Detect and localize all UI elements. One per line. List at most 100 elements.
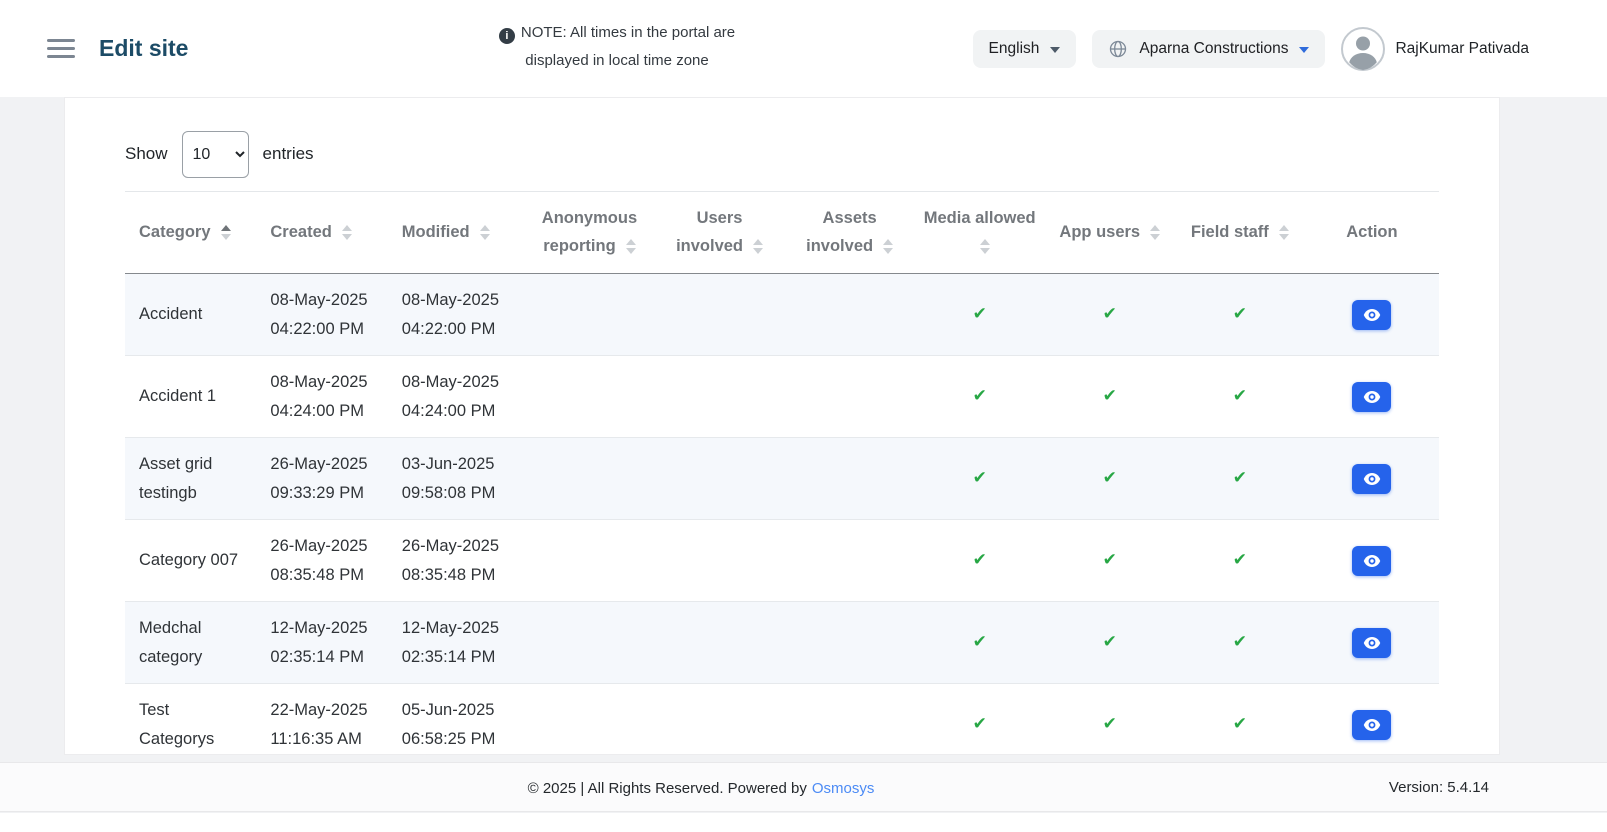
column-label: Modified [402,223,470,241]
cell-modified: 08-May-202504:22:00 PM [388,274,525,356]
cell-anonymous-reporting [524,356,654,438]
page-title: Edit site [99,35,188,62]
cell-field-staff: ✔ [1175,274,1305,356]
cell-category: Category 007 [125,520,256,602]
sort-icon[interactable] [1150,225,1160,240]
table-row: Accident08-May-202504:22:00 PM08-May-202… [125,274,1439,356]
check-icon: ✔ [1233,304,1247,324]
column-header-app-users[interactable]: App users [1045,192,1175,274]
sort-icon[interactable] [753,239,763,254]
sort-icon[interactable] [626,239,636,254]
cell-modified: 12-May-202502:35:14 PM [388,602,525,684]
info-icon: i [499,28,515,44]
column-header-users-involved[interactable]: Users involved [655,192,785,274]
organization-selector[interactable]: Aparna Constructions [1092,30,1325,68]
avatar-icon [1341,27,1385,71]
check-icon: ✔ [1103,304,1117,324]
column-label: App users [1059,223,1140,241]
column-header-media-allowed[interactable]: Media allowed [915,192,1045,274]
check-icon: ✔ [1103,714,1117,734]
eye-icon [1363,718,1381,732]
column-label: Created [270,223,331,241]
view-button[interactable] [1352,382,1391,412]
check-icon: ✔ [1233,632,1247,652]
cell-field-staff: ✔ [1175,684,1305,756]
footer: © 2025 | All Rights Reserved. Powered by… [0,762,1607,812]
cell-field-staff: ✔ [1175,356,1305,438]
caret-down-icon [1050,47,1060,53]
cell-category: Asset grid testingb [125,438,256,520]
cell-action [1305,438,1439,520]
column-header-field-staff[interactable]: Field staff [1175,192,1305,274]
cell-category: Test Categorys [125,684,256,756]
column-header-category[interactable]: Category [125,192,256,274]
eye-icon [1363,554,1381,568]
cell-created: 08-May-202504:24:00 PM [256,356,387,438]
osmosys-link[interactable]: Osmosys [812,780,875,797]
top-bar-right: English Aparna Constructions RajKumar Pa… [973,0,1529,97]
column-header-modified[interactable]: Modified [388,192,525,274]
check-icon: ✔ [1103,632,1117,652]
cell-app-users: ✔ [1045,602,1175,684]
check-icon: ✔ [1233,468,1247,488]
check-icon: ✔ [973,386,987,406]
sort-icon[interactable] [1279,225,1289,240]
cell-media-allowed: ✔ [915,356,1045,438]
language-selector[interactable]: English [973,30,1077,68]
column-label: Category [139,223,211,241]
globe-icon [1108,39,1128,59]
cell-assets-involved [785,684,915,756]
page-background [0,813,1607,832]
cell-assets-involved [785,356,915,438]
eye-icon [1363,390,1381,404]
cell-users-involved [655,520,785,602]
table-row: Medchal category12-May-202502:35:14 PM12… [125,602,1439,684]
show-label: Show [125,144,168,164]
cell-app-users: ✔ [1045,356,1175,438]
view-button[interactable] [1352,546,1391,576]
cell-created: 26-May-202509:33:29 PM [256,438,387,520]
table-body: Accident08-May-202504:22:00 PM08-May-202… [125,274,1439,756]
table-row: Test Categorys22-May-202511:16:35 AM05-J… [125,684,1439,756]
page-size-select[interactable]: 10 [182,131,249,178]
column-header-assets-involved[interactable]: Assets involved [785,192,915,274]
view-button[interactable] [1352,300,1391,330]
menu-icon[interactable] [47,39,75,58]
version-text: Version: 5.4.14 [1389,763,1489,813]
cell-action [1305,602,1439,684]
cell-assets-involved [785,274,915,356]
entries-control: Show 10 entries [125,130,1439,178]
cell-created: 08-May-202504:22:00 PM [256,274,387,356]
cell-media-allowed: ✔ [915,274,1045,356]
eye-icon [1363,636,1381,650]
view-button[interactable] [1352,710,1391,740]
sort-icon[interactable] [980,239,990,254]
cell-app-users: ✔ [1045,520,1175,602]
column-header-anonymous-reporting[interactable]: Anonymous reporting [524,192,654,274]
table-header-row: Category Created Modified Anonymous reporti… [125,192,1439,274]
user-menu[interactable]: RajKumar Pativada [1341,27,1529,71]
cell-users-involved [655,684,785,756]
sort-icon[interactable] [883,239,893,254]
sort-icon[interactable] [480,225,490,240]
cell-users-involved [655,438,785,520]
cell-media-allowed: ✔ [915,602,1045,684]
cell-users-involved [655,274,785,356]
sort-icon[interactable] [342,225,352,240]
column-header-created[interactable]: Created [256,192,387,274]
check-icon: ✔ [1103,468,1117,488]
timezone-note: iNOTE: All times in the portal are displ… [492,19,742,75]
view-button[interactable] [1352,464,1391,494]
entries-label: entries [263,144,314,164]
cell-anonymous-reporting [524,602,654,684]
table-row: Asset grid testingb26-May-202509:33:29 P… [125,438,1439,520]
cell-assets-involved [785,602,915,684]
column-label: Assets involved [806,209,877,254]
view-button[interactable] [1352,628,1391,658]
sort-icon[interactable] [221,225,231,240]
cell-anonymous-reporting [524,274,654,356]
cell-assets-involved [785,520,915,602]
cell-category: Medchal category [125,602,256,684]
cell-field-staff: ✔ [1175,438,1305,520]
table-row: Category 00726-May-202508:35:48 PM26-May… [125,520,1439,602]
